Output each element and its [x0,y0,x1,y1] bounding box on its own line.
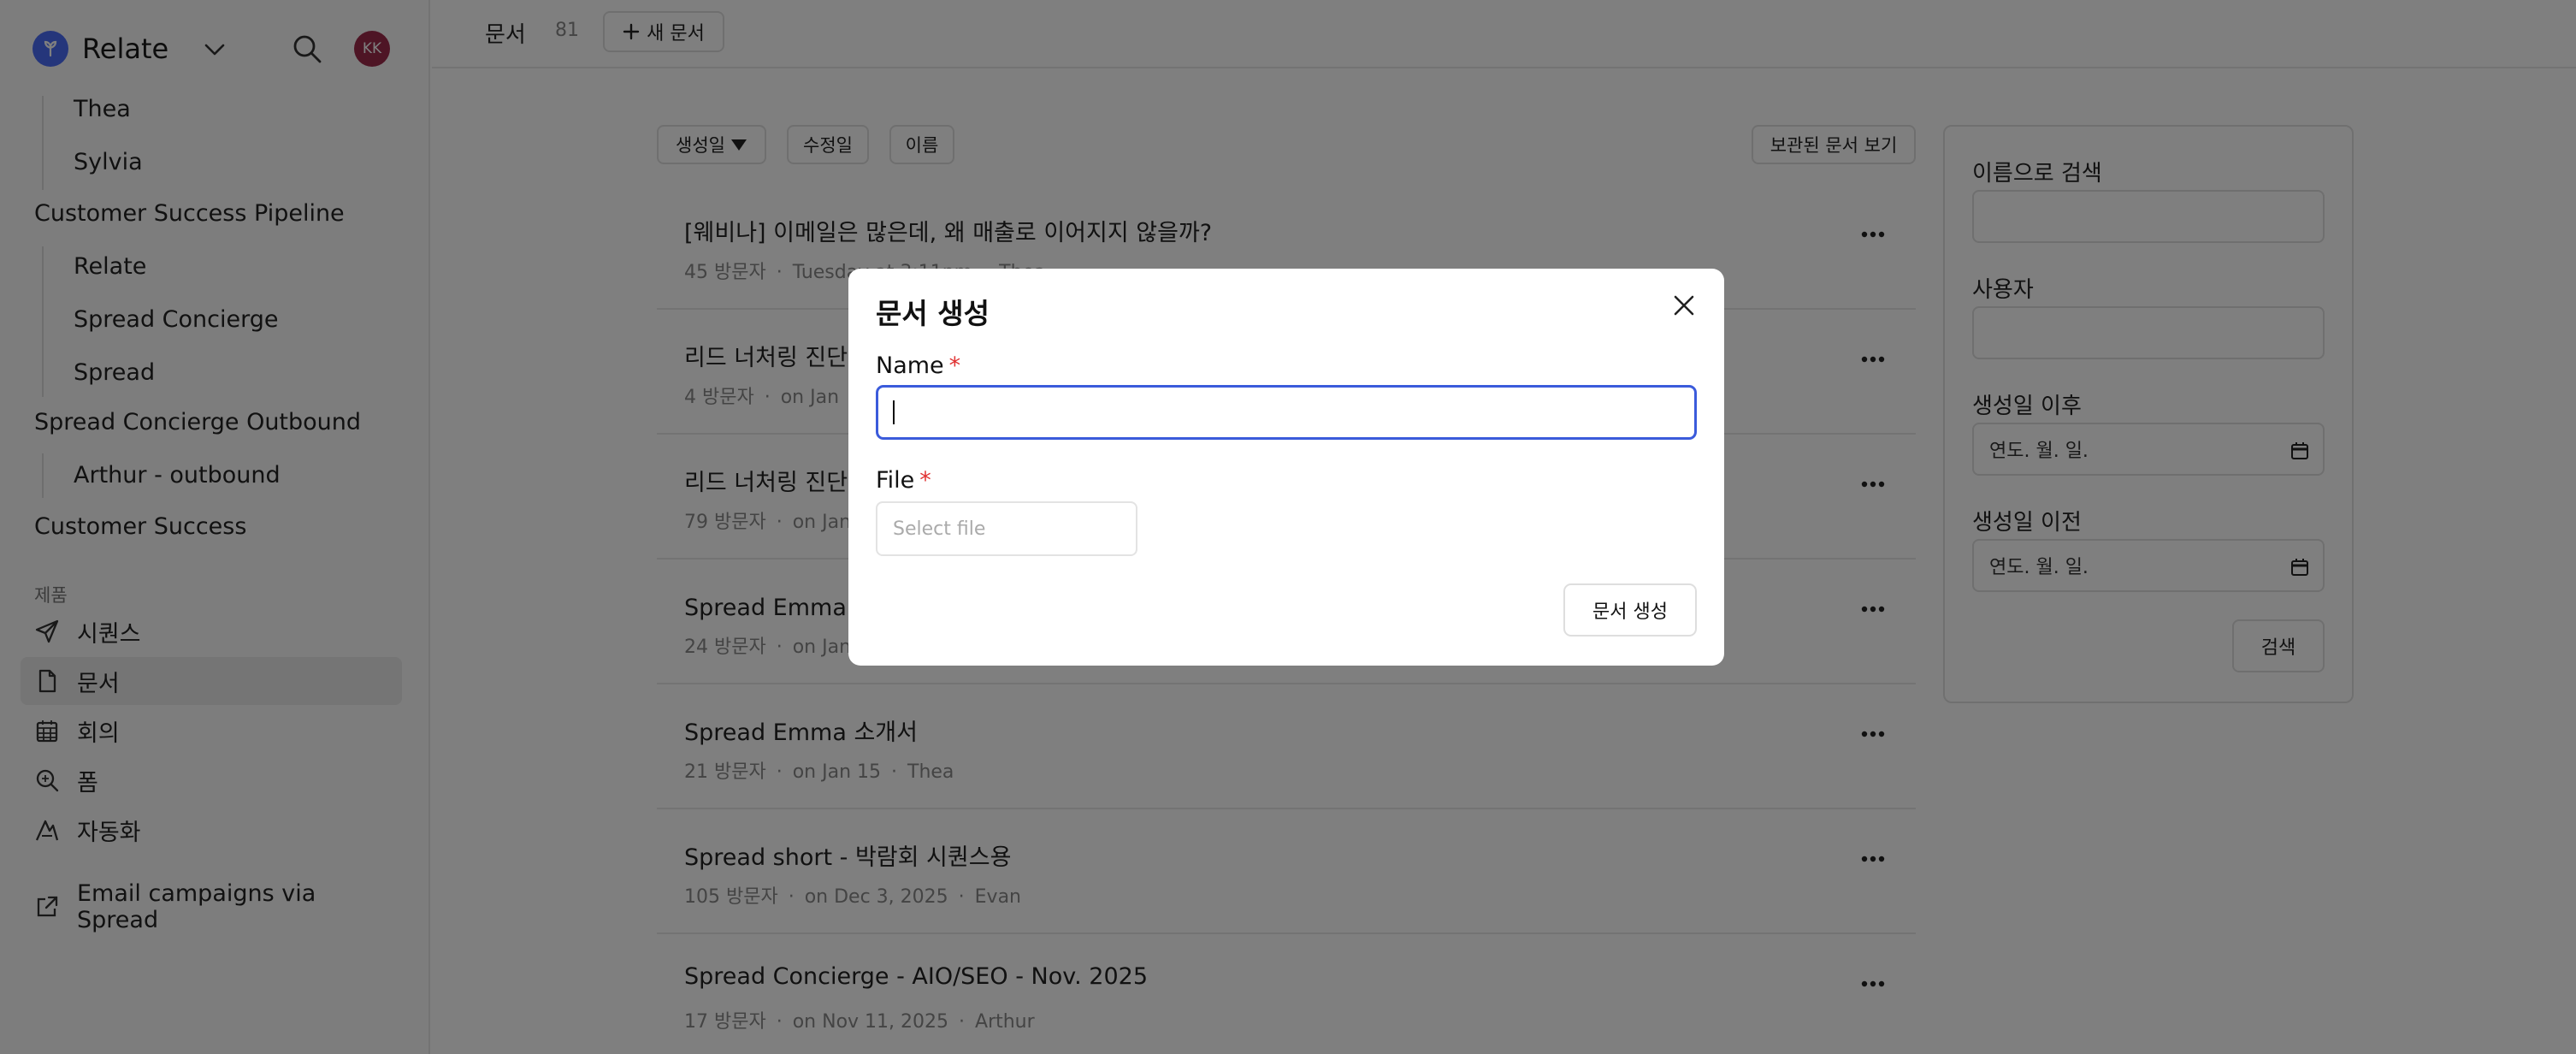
file-label-text: File [876,467,915,494]
required-mark: * [948,352,961,379]
text-cursor [893,400,895,424]
file-field-label: File * [876,467,931,494]
create-document-dialog: 문서 생성 Name * File * Select file 문서 생성 [848,269,1724,666]
dialog-title: 문서 생성 [876,297,990,330]
file-picker[interactable]: Select file [876,501,1137,556]
name-input[interactable] [876,385,1697,440]
close-icon[interactable] [1673,294,1695,317]
name-field-label: Name * [876,352,960,379]
create-document-submit-button[interactable]: 문서 생성 [1563,583,1697,637]
name-label-text: Name [876,352,944,379]
file-placeholder: Select file [893,518,986,540]
required-mark: * [919,467,931,494]
